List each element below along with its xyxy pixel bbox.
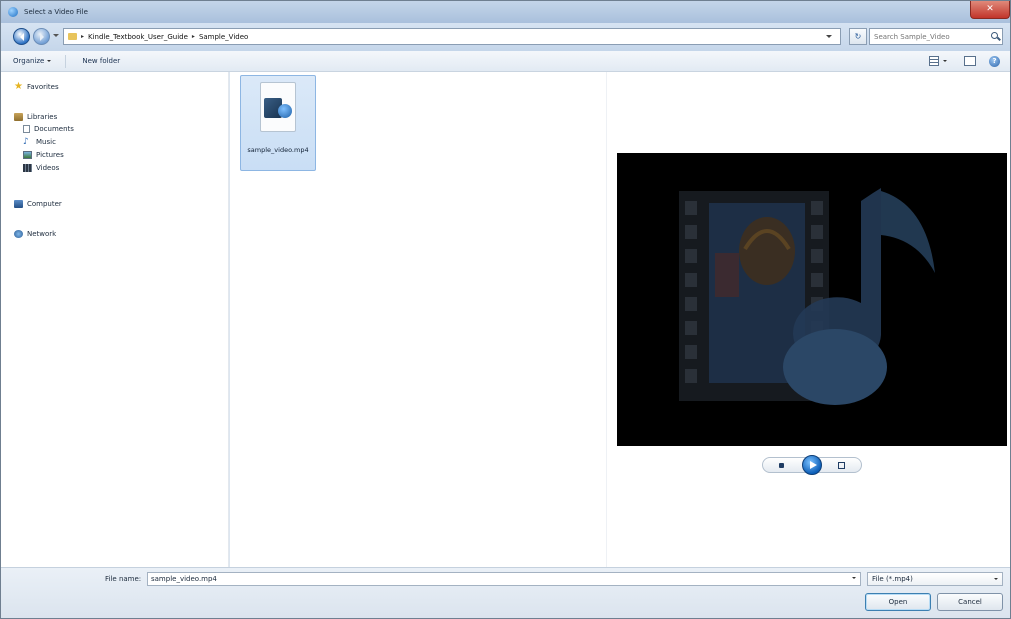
window-title: Select a Video File (24, 8, 88, 16)
search-input[interactable] (874, 32, 984, 41)
file-list: sample_video.mp4 (230, 72, 606, 567)
address-row: ▸ Kindle_Textbook_User_Guide ▸ Sample_Vi… (1, 23, 1010, 51)
nav-label: Computer (27, 200, 62, 208)
app-icon (8, 7, 18, 17)
address-dropdown-icon[interactable] (826, 35, 832, 41)
nav-label: Libraries (27, 113, 58, 121)
chevron-down-icon (47, 60, 52, 64)
media-placeholder-icon (617, 153, 1007, 446)
breadcrumb-separator: ▸ (191, 33, 195, 40)
media-badge-shape (278, 104, 292, 118)
libraries-icon (14, 113, 23, 121)
view-options-arrow-icon[interactable] (943, 60, 947, 64)
nav-documents[interactable]: Documents (23, 125, 74, 133)
back-button[interactable] (13, 28, 30, 45)
refresh-button[interactable]: ↻ (849, 28, 867, 45)
open-button[interactable]: Open (865, 593, 931, 611)
file-type-value: File (*.mp4) (872, 575, 913, 583)
balloon-small (715, 253, 739, 297)
stop-button[interactable] (779, 463, 784, 468)
file-dialog-window: Select a Video File ✕ ▸ Kindle_Textbook_… (0, 0, 1011, 619)
close-icon: ✕ (986, 4, 994, 14)
nav-label: Music (36, 138, 56, 146)
videos-icon (23, 164, 32, 172)
media-player-controls (762, 455, 862, 475)
breadcrumb-kindle-guide[interactable]: Kindle_Textbook_User_Guide (88, 33, 188, 41)
preview-pane-icon[interactable] (964, 56, 976, 66)
file-item[interactable]: sample_video.mp4 (240, 75, 316, 171)
cancel-button[interactable]: Cancel (937, 593, 1003, 611)
nav-videos[interactable]: Videos (23, 164, 59, 172)
chevron-down-icon (994, 578, 998, 582)
close-button[interactable]: ✕ (970, 1, 1010, 19)
new-folder-button[interactable]: New folder (82, 57, 120, 65)
forward-button[interactable] (33, 28, 50, 45)
fullscreen-button[interactable] (838, 462, 845, 469)
nav-label: Favorites (27, 83, 59, 91)
star-icon: ★ (14, 81, 23, 92)
video-preview[interactable] (617, 153, 1007, 446)
search-icon (991, 32, 998, 39)
nav-computer[interactable]: Computer (14, 200, 62, 208)
recent-locations-arrow-icon[interactable] (53, 34, 59, 40)
music-note-head (783, 329, 887, 405)
preview-pane (606, 72, 1010, 567)
pictures-icon (23, 151, 32, 159)
change-view-icon[interactable] (929, 56, 939, 66)
bottom-bar: File name: File (*.mp4) Open Cancel (1, 567, 1010, 618)
balloon-shape (739, 217, 795, 285)
folder-icon (68, 33, 77, 40)
file-name: sample_video.mp4 (247, 146, 309, 154)
navigation-pane: ★ Favorites Libraries Documents ♪ Music … (1, 72, 229, 567)
refresh-icon: ↻ (854, 32, 862, 41)
nav-label: Pictures (36, 151, 64, 159)
nav-favorites[interactable]: ★ Favorites (14, 81, 59, 92)
nav-pictures[interactable]: Pictures (23, 151, 64, 159)
video-file-icon (260, 82, 296, 132)
network-icon (14, 230, 23, 238)
toolbar-divider (65, 54, 67, 68)
breadcrumb-sample-video[interactable]: Sample_Video (199, 33, 248, 41)
documents-icon (23, 125, 30, 133)
nav-label: Videos (36, 164, 60, 172)
nav-libraries[interactable]: Libraries (14, 113, 57, 121)
command-bar: Organize New folder ? (1, 51, 1010, 72)
breadcrumb-separator: ▸ (81, 33, 85, 40)
title-bar: Select a Video File ✕ (1, 1, 1010, 23)
help-icon[interactable]: ? (989, 56, 1000, 67)
music-icon: ♪ (23, 137, 29, 147)
computer-icon (14, 200, 23, 208)
file-name-label: File name: (105, 575, 142, 583)
address-bar[interactable]: ▸ Kindle_Textbook_User_Guide ▸ Sample_Vi… (63, 28, 841, 45)
file-name-input[interactable] (147, 572, 861, 586)
play-button[interactable] (802, 455, 822, 475)
search-box[interactable] (869, 28, 1003, 45)
organize-menu[interactable]: Organize (13, 57, 52, 65)
file-type-select[interactable]: File (*.mp4) (867, 572, 1003, 586)
nav-label: Documents (34, 125, 74, 133)
nav-network[interactable]: Network (14, 230, 56, 238)
nav-music[interactable]: ♪ Music (23, 137, 56, 147)
nav-label: Network (27, 230, 57, 238)
organize-label: Organize (13, 57, 45, 65)
file-name-dropdown-icon[interactable] (852, 577, 856, 581)
